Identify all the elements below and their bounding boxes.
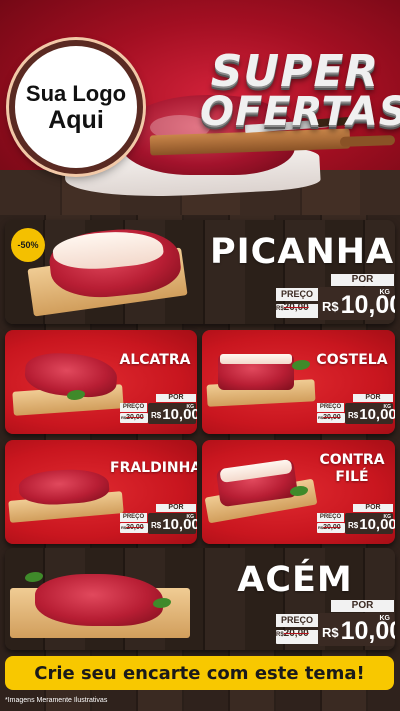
unit-label: KG (379, 615, 391, 622)
currency: R$ (151, 411, 162, 420)
product-name-line1: CONTRA (319, 452, 385, 468)
unit-label: KG (186, 514, 195, 520)
price-box: R$ 10,00 KG (148, 403, 197, 424)
por-label: POR (156, 394, 196, 402)
old-price: R$20,00 (318, 524, 341, 531)
currency: R$ (322, 625, 339, 640)
title-ofertas: OFERTAS (200, 89, 400, 135)
por-label: POR (331, 600, 394, 612)
product-name: COSTELA (316, 352, 388, 368)
price-tag: POR PREÇO R$20,00 R$ 10,00 KG (317, 504, 395, 534)
price-box: R$ 10,00 KG (318, 613, 395, 646)
product-card-costela[interactable]: COSTELA POR PREÇO R$20,00 R$ 10,00 KG (202, 330, 395, 434)
preco-label: PREÇO (317, 513, 344, 522)
title-super: SUPER (210, 46, 380, 97)
price-tag: POR PREÇO R$20,00 R$ 10,00 KG (120, 394, 197, 424)
preco-label: PREÇO (120, 513, 147, 522)
price-box: R$ 10,00 KG (318, 287, 395, 320)
header-banner: Sua Logo Aqui SUPER OFERTAS (0, 0, 400, 215)
product-card-picanha[interactable]: -50% PICANHA POR PREÇO R$20,00 R$ 10,00 … (5, 220, 395, 324)
cta-banner[interactable]: Crie seu encarte com este tema! (5, 656, 394, 690)
unit-label: KG (383, 404, 392, 410)
logo-placeholder[interactable]: Sua Logo Aqui (9, 40, 143, 174)
cutting-board-handle (339, 135, 396, 147)
price-tag: POR PREÇO R$20,00 R$ 10,00 KG (317, 394, 395, 424)
herb-icon (25, 572, 43, 582)
old-price: R$20,00 (276, 302, 309, 313)
price-box: R$ 10,00 KG (345, 513, 395, 534)
price-tag: POR PREÇO R$20,00 R$ 10,00 KG (276, 600, 395, 646)
preco-label: PREÇO (276, 614, 318, 627)
price-box: R$ 10,00 KG (345, 403, 395, 424)
product-name: FRALDINHA (110, 460, 197, 476)
currency: R$ (348, 521, 359, 530)
unit-label: KG (379, 289, 391, 296)
product-name-line2: FILÉ (335, 469, 369, 485)
por-label: POR (331, 274, 394, 286)
old-price: R$20,00 (121, 524, 144, 531)
logo-line2: Aqui (48, 106, 104, 134)
product-card-acem[interactable]: ACÉM POR PREÇO R$20,00 R$ 10,00 KG (5, 548, 395, 650)
product-card-contra-file[interactable]: CONTRA FILÉ POR PREÇO R$20,00 R$ 10,00 K… (202, 440, 395, 544)
currency: R$ (151, 521, 162, 530)
por-label: POR (156, 504, 196, 512)
old-price: R$20,00 (121, 414, 144, 421)
discount-badge: -50% (11, 228, 45, 262)
price-box: R$ 10,00 KG (148, 513, 197, 534)
logo-line1: Sua Logo (25, 81, 127, 106)
product-name: ACÉM (237, 560, 353, 600)
currency: R$ (322, 299, 339, 314)
product-name: ALCATRA (119, 352, 191, 368)
price-tag: POR PREÇO R$20,00 R$ 10,00 KG (120, 504, 197, 534)
preco-label: PREÇO (276, 288, 318, 301)
por-label: POR (353, 394, 393, 402)
meat-photo-icon (35, 574, 163, 626)
por-label: POR (353, 504, 393, 512)
unit-label: KG (383, 514, 392, 520)
product-card-fraldinha[interactable]: FRALDINHA POR PREÇO R$20,00 R$ 10,00 KG (5, 440, 197, 544)
herb-icon (292, 360, 310, 370)
product-card-alcatra[interactable]: ALCATRA POR PREÇO R$20,00 R$ 10,00 KG (5, 330, 197, 434)
price-tag: POR PREÇO R$20,00 R$ 10,00 KG (276, 274, 395, 320)
preco-label: PREÇO (120, 403, 147, 412)
currency: R$ (348, 411, 359, 420)
unit-label: KG (186, 404, 195, 410)
footnote: *Imagens Meramente Ilustrativas (5, 697, 108, 704)
meat-fat-layer (220, 354, 292, 364)
preco-label: PREÇO (317, 403, 344, 412)
old-price: R$20,00 (318, 414, 341, 421)
product-name: PICANHA (210, 232, 395, 272)
old-price: R$20,00 (276, 628, 309, 639)
